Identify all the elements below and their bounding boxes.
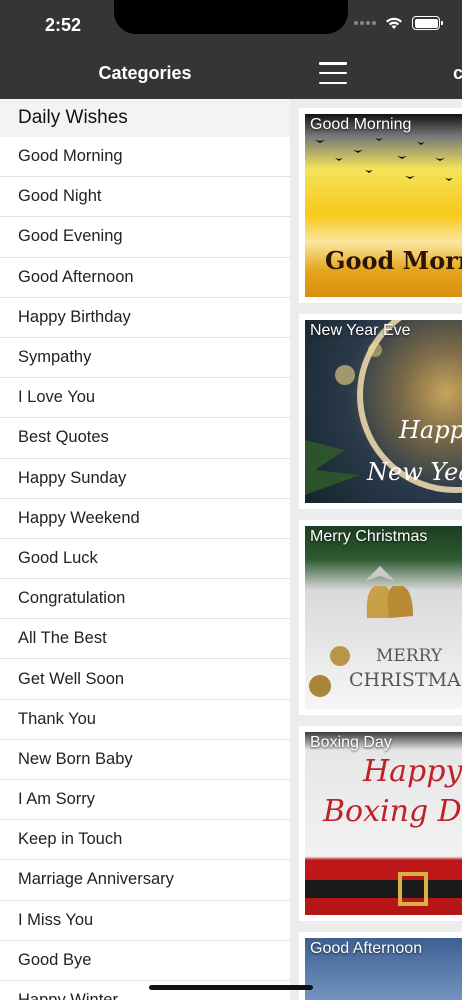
signal-icon bbox=[354, 21, 376, 25]
status-icons bbox=[354, 16, 443, 30]
main-title: c bbox=[453, 63, 462, 83]
card-good-afternoon[interactable]: Good Afternoon bbox=[299, 932, 462, 1000]
category-item[interactable]: Good Afternoon bbox=[0, 258, 290, 298]
card-caption-line2: Boxing Da bbox=[323, 794, 462, 829]
card-caption-line2: CHRISTMAS bbox=[349, 669, 462, 691]
card-image: New Year Eve Happy New Year bbox=[305, 320, 462, 503]
sidebar-header: Categories bbox=[0, 48, 290, 99]
category-item[interactable]: New Born Baby bbox=[0, 740, 290, 780]
category-item[interactable]: Thank You bbox=[0, 700, 290, 740]
category-item[interactable]: Sympathy bbox=[0, 338, 290, 379]
card-image: Merry Christmas MERRY CHRISTMAS bbox=[305, 526, 462, 709]
category-item[interactable]: Good Evening bbox=[0, 217, 290, 258]
card-title: Good Morning bbox=[310, 116, 412, 133]
home-indicator[interactable] bbox=[149, 985, 313, 990]
category-item[interactable]: Happy Winter bbox=[0, 981, 290, 1000]
category-item[interactable]: Happy Sunday bbox=[0, 459, 290, 499]
card-boxing-day[interactable]: Boxing Day Happy Boxing Da bbox=[299, 726, 462, 921]
device-notch bbox=[114, 0, 348, 34]
section-header: Daily Wishes bbox=[0, 99, 290, 137]
category-item[interactable]: Marriage Anniversary bbox=[0, 860, 290, 901]
birds-icon bbox=[315, 138, 453, 181]
category-item[interactable]: Good Morning bbox=[0, 137, 290, 178]
sidebar-title: Categories bbox=[98, 63, 192, 83]
category-item[interactable]: Congratulation bbox=[0, 579, 290, 620]
status-bar: 2:52 bbox=[0, 0, 462, 48]
category-item[interactable]: I Am Sorry bbox=[0, 780, 290, 821]
card-merry-christmas[interactable]: Merry Christmas MERRY CHRISTMAS bbox=[299, 520, 462, 715]
main-content: Good Morning Good Mornin New Year Eve Ha… bbox=[290, 99, 462, 1000]
card-good-morning[interactable]: Good Morning Good Mornin bbox=[299, 108, 462, 303]
card-image: Boxing Day Happy Boxing Da bbox=[305, 732, 462, 915]
category-item[interactable]: I Miss You bbox=[0, 901, 290, 941]
battery-icon bbox=[412, 16, 443, 30]
card-image: Good Morning Good Mornin bbox=[305, 114, 462, 297]
card-title: Good Afternoon bbox=[310, 940, 423, 957]
card-title: Boxing Day bbox=[310, 734, 392, 751]
category-item[interactable]: Get Well Soon bbox=[0, 659, 290, 700]
category-item[interactable]: Happy Birthday bbox=[0, 298, 290, 338]
category-item[interactable]: Good Luck bbox=[0, 539, 290, 580]
menu-icon[interactable] bbox=[319, 62, 347, 84]
category-item[interactable]: All The Best bbox=[0, 619, 290, 660]
category-item[interactable]: Good Night bbox=[0, 177, 290, 218]
card-caption: Good Mornin bbox=[325, 246, 462, 275]
category-item[interactable]: I Love You bbox=[0, 378, 290, 419]
card-caption-line1: Happy bbox=[399, 416, 462, 444]
card-caption-line2: New Year bbox=[367, 458, 462, 486]
card-caption-line1: Happy bbox=[363, 754, 462, 789]
status-time: 2:52 bbox=[45, 15, 82, 35]
card-caption-line1: MERRY bbox=[376, 646, 443, 666]
card-new-year-eve[interactable]: New Year Eve Happy New Year bbox=[299, 314, 462, 509]
category-item[interactable]: Keep in Touch bbox=[0, 820, 290, 861]
wifi-icon bbox=[386, 17, 402, 29]
category-item[interactable]: Happy Weekend bbox=[0, 499, 290, 539]
card-title: New Year Eve bbox=[310, 322, 411, 339]
santa-belt-icon bbox=[305, 872, 462, 906]
category-item[interactable]: Best Quotes bbox=[0, 418, 290, 459]
category-sidebar: Daily Wishes Good Morning Good Night Goo… bbox=[0, 99, 290, 1000]
card-title: Merry Christmas bbox=[310, 528, 428, 545]
category-item[interactable]: Good Bye bbox=[0, 941, 290, 981]
card-image: Good Afternoon bbox=[305, 938, 462, 1000]
main-header: c bbox=[290, 48, 462, 99]
